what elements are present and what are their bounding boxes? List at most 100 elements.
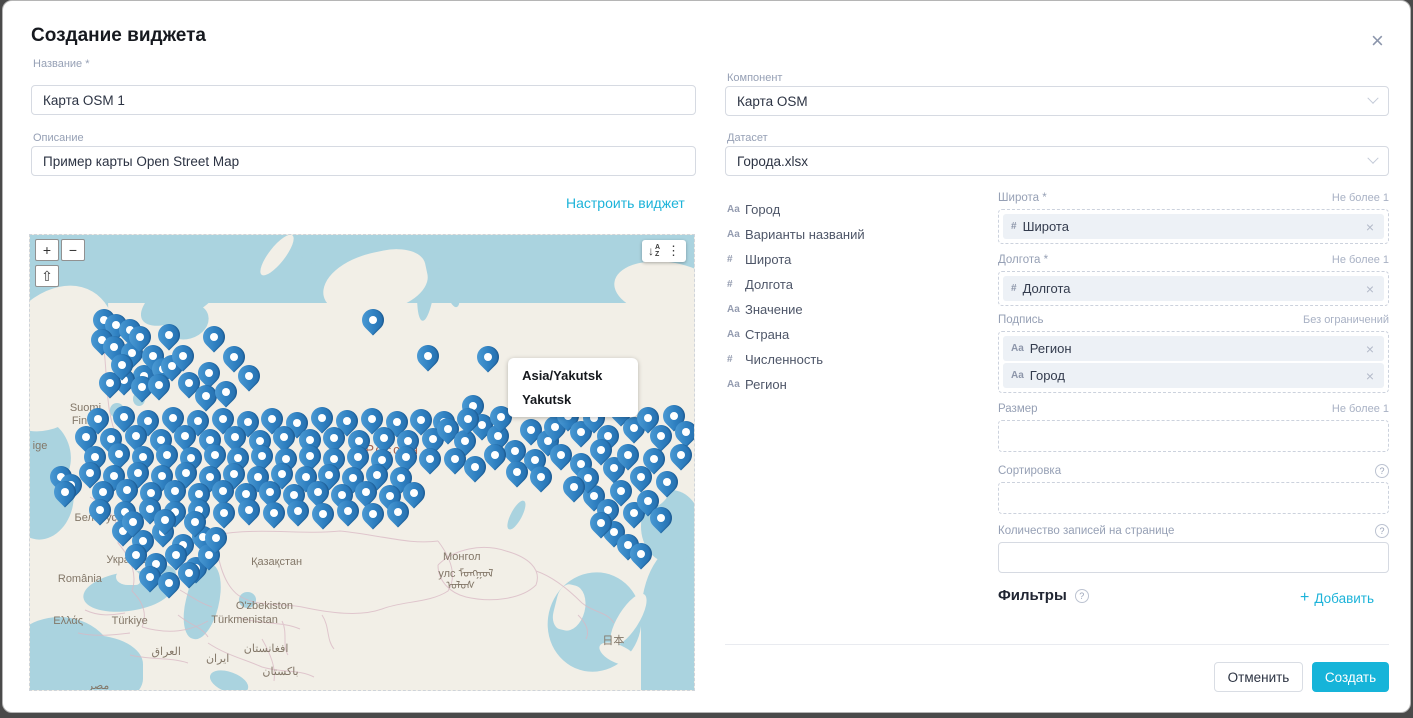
- slot-dropzone[interactable]: # Долгота ×: [998, 271, 1389, 306]
- map-tooltip: Asia/Yakutsk Yakutsk: [508, 358, 638, 417]
- help-icon[interactable]: ?: [1375, 524, 1389, 538]
- close-icon[interactable]: ×: [1371, 31, 1384, 51]
- map-pin[interactable]: [258, 498, 289, 529]
- mapping-slot: Количество записей на странице?: [998, 524, 1389, 573]
- dataset-field[interactable]: AaРегион: [727, 372, 977, 397]
- slot-constraint: Без ограничений: [1303, 314, 1389, 326]
- mapping-slot: Подпись Без ограничений Aa Регион × Aa Город ×: [998, 313, 1389, 393]
- filters-label: Фильтры: [998, 587, 1067, 604]
- slot-label: Размер: [998, 403, 1038, 415]
- dataset-field-name: Варианты названий: [745, 227, 865, 242]
- chip-label: Широта: [1023, 219, 1069, 234]
- text-type-icon: Aa: [1011, 343, 1024, 354]
- field-chip[interactable]: # Широта ×: [1003, 214, 1384, 239]
- tooltip-timezone: Asia/Yakutsk: [522, 368, 624, 383]
- slot-dropzone[interactable]: [998, 482, 1389, 514]
- dataset-field-name: Широта: [745, 252, 791, 267]
- map-pin[interactable]: [358, 305, 389, 336]
- map-pin[interactable]: [413, 340, 444, 371]
- create-button[interactable]: Создать: [1312, 662, 1389, 692]
- name-label: Название *: [33, 58, 90, 70]
- slot-constraint: Не более 1: [1332, 403, 1389, 415]
- help-icon[interactable]: ?: [1375, 464, 1389, 478]
- zoom-in-button[interactable]: +: [35, 239, 59, 261]
- kebab-menu-icon[interactable]: ⋮: [667, 243, 680, 259]
- footer-divider: [725, 644, 1389, 645]
- field-chip[interactable]: Aa Город ×: [1003, 363, 1384, 388]
- dataset-field-name: Долгота: [745, 277, 793, 292]
- tooltip-city: Yakutsk: [522, 392, 624, 407]
- map-toolbar: ↓AZ ⋮: [642, 240, 686, 262]
- create-widget-dialog: Создание виджета × Название * Описание Н…: [2, 0, 1411, 713]
- dataset-field[interactable]: AaСтрана: [727, 322, 977, 347]
- map-pin[interactable]: [198, 322, 229, 353]
- dataset-field[interactable]: #Численность: [727, 347, 977, 372]
- mapping-slot: Размер Не более 1: [998, 402, 1389, 452]
- slot-label: Широта *: [998, 192, 1047, 204]
- map-preview[interactable]: SuomiFinlandigeБеларусьУкраїнаRomâniaΕλλ…: [29, 234, 695, 691]
- map-pin[interactable]: [414, 444, 445, 475]
- number-type-icon: #: [727, 279, 745, 290]
- slot-constraint: Не более 1: [1332, 254, 1389, 266]
- slot-label: Сортировка: [998, 465, 1061, 477]
- chip-remove-icon[interactable]: ×: [1366, 220, 1374, 234]
- slot-input[interactable]: [998, 542, 1389, 573]
- slot-constraint: Не более 1: [1332, 192, 1389, 204]
- zoom-out-button[interactable]: −: [61, 239, 85, 261]
- mapping-slot: Сортировка?: [998, 464, 1389, 514]
- slot-label: Долгота *: [998, 254, 1048, 266]
- text-type-icon: Aa: [1011, 370, 1024, 381]
- cancel-button[interactable]: Отменить: [1214, 662, 1303, 692]
- chevron-down-icon: [1367, 93, 1378, 104]
- dataset-label: Датасет: [727, 132, 768, 144]
- name-input[interactable]: [31, 85, 696, 115]
- configure-widget-link[interactable]: Настроить виджет: [566, 195, 685, 211]
- number-type-icon: #: [1011, 283, 1017, 294]
- add-filter-button[interactable]: + Добавить: [1300, 589, 1374, 607]
- chip-label: Регион: [1030, 341, 1072, 356]
- chip-label: Долгота: [1023, 281, 1071, 296]
- number-type-icon: #: [1011, 221, 1017, 232]
- chip-label: Город: [1030, 368, 1065, 383]
- dataset-field-name: Страна: [745, 327, 789, 342]
- plus-icon: +: [1300, 589, 1309, 607]
- dataset-field[interactable]: #Долгота: [727, 272, 977, 297]
- dataset-field[interactable]: AaЗначение: [727, 297, 977, 322]
- filters-row: Фильтры ?: [998, 587, 1089, 604]
- dataset-field[interactable]: #Широта: [727, 247, 977, 272]
- slot-label: Количество записей на странице: [998, 525, 1174, 537]
- add-filter-label: Добавить: [1314, 591, 1374, 606]
- slot-dropzone[interactable]: Aa Регион × Aa Город ×: [998, 331, 1389, 393]
- dataset-field-name: Значение: [745, 302, 803, 317]
- slot-dropzone[interactable]: # Широта ×: [998, 209, 1389, 244]
- dataset-select[interactable]: Города.xlsx: [725, 146, 1389, 176]
- field-chip[interactable]: # Долгота ×: [1003, 276, 1384, 301]
- text-type-icon: Aa: [727, 204, 745, 215]
- slot-dropzone[interactable]: [998, 420, 1389, 452]
- text-type-icon: Aa: [727, 379, 745, 390]
- dataset-field-name: Численность: [745, 352, 823, 367]
- map-pin[interactable]: [208, 497, 239, 528]
- help-icon[interactable]: ?: [1075, 589, 1089, 603]
- chip-remove-icon[interactable]: ×: [1366, 369, 1374, 383]
- chip-remove-icon[interactable]: ×: [1366, 282, 1374, 296]
- chip-remove-icon[interactable]: ×: [1366, 342, 1374, 356]
- slot-label: Подпись: [998, 314, 1044, 326]
- component-label: Компонент: [727, 72, 782, 84]
- dataset-field[interactable]: AaГород: [727, 197, 977, 222]
- component-select[interactable]: Карта OSM: [725, 86, 1389, 116]
- dataset-field-name: Регион: [745, 377, 787, 392]
- map-pin[interactable]: [665, 440, 695, 471]
- field-chip[interactable]: Aa Регион ×: [1003, 336, 1384, 361]
- dataset-field[interactable]: AaВарианты названий: [727, 222, 977, 247]
- chevron-down-icon: [1367, 153, 1378, 164]
- text-type-icon: Aa: [727, 229, 745, 240]
- description-label: Описание: [33, 132, 84, 144]
- sort-icon[interactable]: ↓AZ: [648, 244, 660, 258]
- fit-extent-button[interactable]: ⇧: [35, 265, 59, 287]
- description-input[interactable]: [31, 146, 696, 176]
- mapping-slot: Широта * Не более 1 # Широта ×: [998, 191, 1389, 244]
- dataset-value: Города.xlsx: [737, 154, 808, 169]
- dialog-title: Создание виджета: [31, 25, 206, 47]
- map-pin[interactable]: [473, 342, 504, 373]
